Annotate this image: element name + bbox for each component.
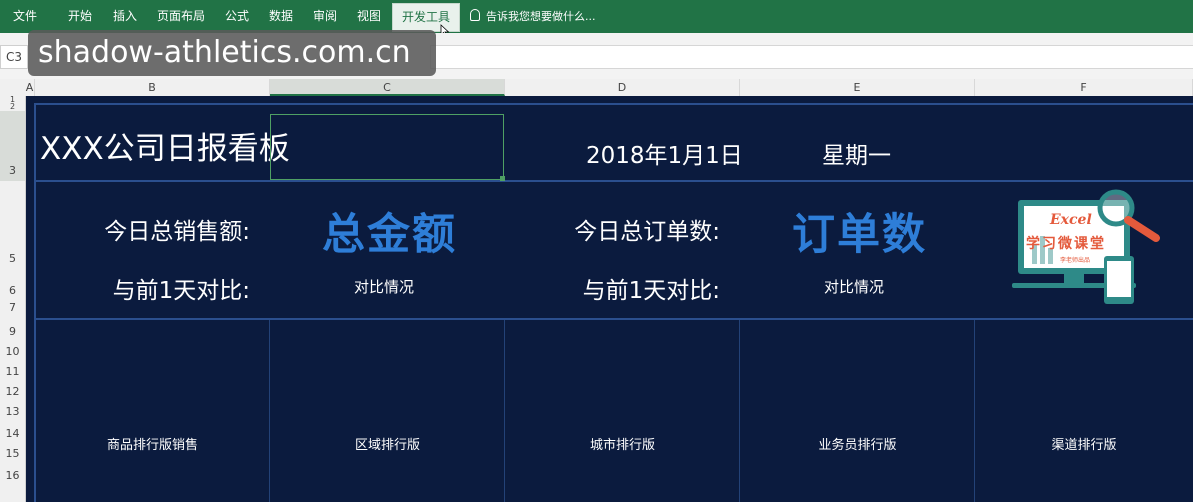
grid-line — [739, 320, 740, 502]
column-header-d[interactable]: D — [505, 79, 740, 96]
sales-compare-label: 与前1天对比: — [112, 278, 250, 304]
divider-line — [34, 318, 1193, 320]
formula-input[interactable] — [430, 45, 1193, 69]
column-header-e[interactable]: E — [740, 79, 975, 96]
row-headers: 1 2 3 5 6 7 9 10 11 12 13 14 15 16 — [0, 96, 26, 502]
orders-compare-label: 与前1天对比: — [582, 278, 720, 304]
row-header-9[interactable]: 9 — [0, 322, 25, 342]
row-header-6[interactable]: 6 — [0, 266, 25, 300]
menu-page-layout[interactable]: 页面布局 — [150, 0, 212, 33]
menu-view[interactable]: 视图 — [348, 0, 390, 33]
row-header-14[interactable]: 14 — [0, 424, 25, 444]
report-weekday: 星期一 — [822, 143, 891, 169]
sales-value: 总金额 — [322, 210, 457, 260]
grid-line — [504, 320, 505, 502]
column-headers: A B C D E F — [0, 79, 1193, 97]
row-header-7[interactable]: 7 — [0, 300, 25, 316]
menu-home[interactable]: 开始 — [56, 0, 104, 33]
row-header-10[interactable]: 10 — [0, 342, 25, 362]
row-header-16[interactable]: 16 — [0, 466, 25, 486]
ranking-city: 城市排行版 — [589, 438, 655, 453]
row-header-13[interactable]: 13 — [0, 402, 25, 422]
logo-text-course: 学习微课堂 — [1026, 236, 1106, 252]
selected-cell-c3[interactable] — [270, 114, 504, 180]
ranking-channel: 渠道排行版 — [1051, 438, 1117, 453]
menu-review[interactable]: 审阅 — [304, 0, 346, 33]
ribbon-menu-bar: 文件 开始 插入 页面布局 公式 数据 审阅 视图 开发工具 告诉我您想要做什么… — [0, 0, 1193, 38]
sales-label: 今日总销售额: — [104, 219, 250, 245]
menu-insert[interactable]: 插入 — [104, 0, 146, 33]
orders-value: 订单数 — [792, 210, 927, 260]
fill-handle[interactable] — [500, 176, 505, 181]
column-header-b[interactable]: B — [35, 79, 270, 96]
row-header-3[interactable]: 3 — [0, 111, 25, 181]
divider-line — [34, 180, 1193, 182]
row-header-2[interactable]: 2 — [0, 103, 25, 111]
orders-label: 今日总订单数: — [574, 219, 720, 245]
row-header-5[interactable]: 5 — [0, 181, 25, 266]
ranking-salesperson: 业务员排行版 — [818, 438, 897, 453]
menu-data[interactable]: 数据 — [260, 0, 302, 33]
name-box[interactable]: C3 — [0, 45, 28, 69]
sales-compare-value: 对比情况 — [354, 278, 415, 296]
column-header-c[interactable]: C — [270, 79, 505, 96]
ranking-product-sales: 商品排行版销售 — [106, 438, 198, 453]
column-header-f[interactable]: F — [975, 79, 1193, 96]
row-header-12[interactable]: 12 — [0, 382, 25, 402]
ranking-region: 区域排行版 — [354, 438, 420, 453]
row-header-11[interactable]: 11 — [0, 362, 25, 382]
watermark-overlay: shadow-athletics.com.cn — [28, 30, 436, 76]
logo-text-excel: Excel — [1050, 212, 1092, 228]
menu-file[interactable]: 文件 — [0, 0, 50, 33]
row-header-15[interactable]: 15 — [0, 444, 25, 464]
dashboard-title: XXX公司日报看板 — [40, 131, 290, 167]
orders-compare-value: 对比情况 — [824, 278, 885, 296]
grid-line — [974, 320, 975, 502]
column-header-a[interactable]: A — [25, 79, 35, 96]
grid-line — [269, 320, 270, 502]
report-date: 2018年1月1日 — [586, 143, 743, 169]
menu-formulas[interactable]: 公式 — [216, 0, 258, 33]
lightbulb-icon — [470, 9, 480, 21]
tell-me-search[interactable]: 告诉我您想要做什么... — [470, 0, 596, 33]
tell-me-text: 告诉我您想要做什么... — [486, 10, 596, 23]
excel-course-logo: Excel 学习微课堂 李老师出品 — [1008, 186, 1178, 310]
logo-text-author: 李老师出品 — [1060, 257, 1091, 264]
